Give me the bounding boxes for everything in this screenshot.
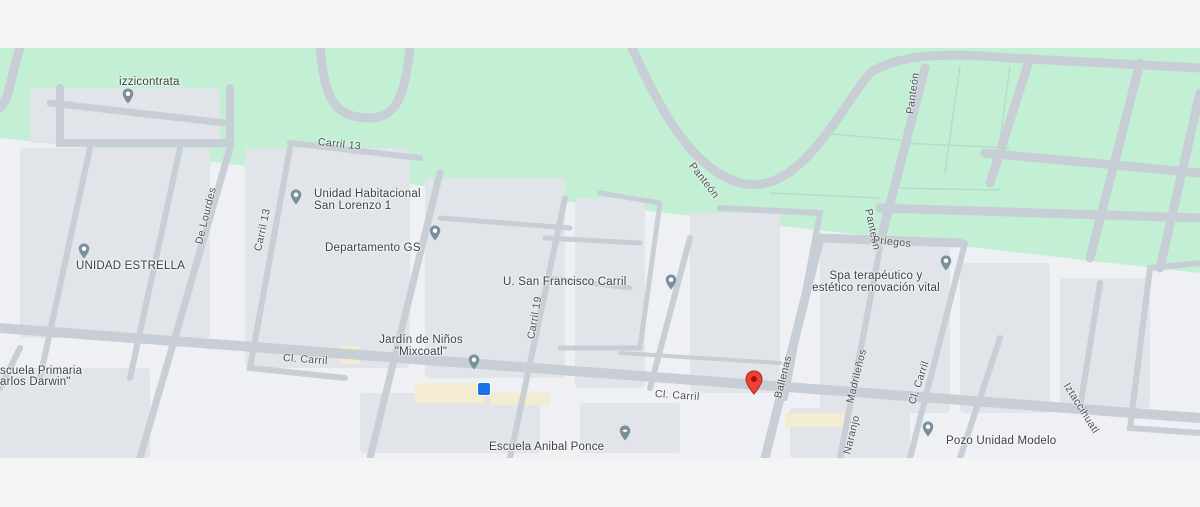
map-pin-icon[interactable]: [919, 420, 937, 438]
bus-stop-icon[interactable]: [477, 382, 491, 396]
place-label-spa: Spa terapéutico y estético renovación vi…: [812, 270, 940, 294]
map-pin-icon[interactable]: [465, 353, 483, 371]
place-label-escuela-anibal: Escuela Anibal Ponce: [489, 441, 605, 453]
place-label-departamento: Departamento GS: [325, 242, 421, 254]
place-label-unidad-habitacional: Unidad Habitacional San Lorenzo 1: [314, 188, 421, 212]
map-pin-icon[interactable]: [75, 242, 93, 260]
location-marker-icon[interactable]: [742, 370, 766, 396]
school-icon[interactable]: [616, 424, 634, 442]
map-pin-icon[interactable]: [119, 87, 137, 105]
map-pin-icon[interactable]: [426, 224, 444, 242]
place-label-escuela-primaria: scuela Primaria arlos Darwin": [0, 365, 83, 388]
place-label-unidad-estrella: UNIDAD ESTRELLA: [76, 260, 186, 272]
map-pin-icon[interactable]: [287, 188, 305, 206]
place-label-jardin: Jardín de Niños "Mixcoatl": [379, 334, 463, 358]
place-label-izzi: izzicontrata: [119, 76, 180, 88]
place-label-san-francisco: U. San Francisco Carril: [503, 276, 627, 288]
place-label-pozo: Pozo Unidad Modelo: [946, 435, 1057, 447]
map-pin-icon[interactable]: [662, 273, 680, 291]
map-canvas: [0, 48, 1200, 458]
map-view[interactable]: izzicontrata Unidad Habitacional San Lor…: [0, 48, 1200, 458]
